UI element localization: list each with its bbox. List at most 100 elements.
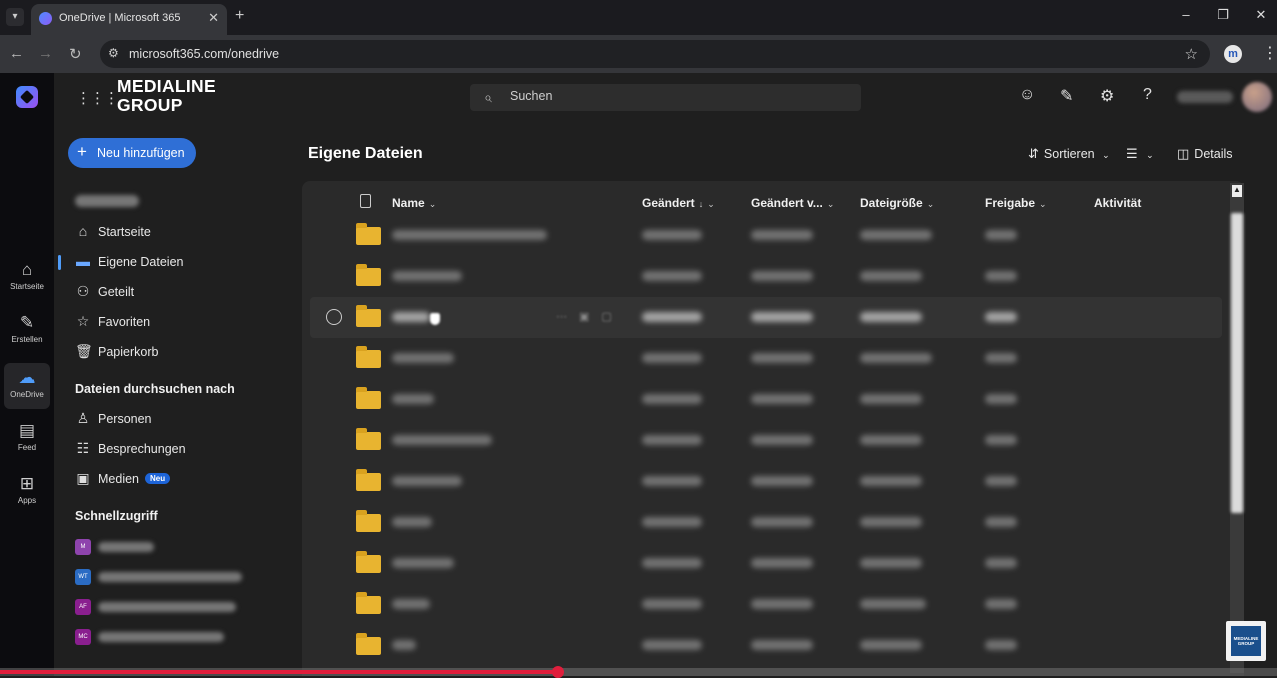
nav-item-startseite[interactable]: ⌂ Startseite: [54, 217, 302, 247]
row-name[interactable]: [392, 312, 430, 322]
nav-label: Favoriten: [98, 315, 151, 329]
settings-gear-icon[interactable]: ⚙: [1100, 86, 1114, 106]
vertical-scrollbar[interactable]: ▲: [1230, 183, 1244, 673]
site-info-icon[interactable]: ⚙: [108, 46, 119, 60]
quick-access-item[interactable]: WT: [75, 569, 295, 591]
nav-label: Papierkorb: [98, 345, 159, 359]
org-brand[interactable]: MEDIALINE GROUP: [117, 77, 216, 115]
rail-startseite[interactable]: ⌂ Startseite: [4, 255, 50, 301]
window-close-icon[interactable]: ✕: [1251, 7, 1271, 23]
bookmark-star-icon[interactable]: ☆: [1185, 45, 1198, 63]
rail-feed[interactable]: ▤ Feed: [4, 416, 50, 462]
row-size: [860, 353, 932, 363]
star-icon: ☆: [76, 313, 90, 329]
col-header-modified[interactable]: Geändert ↓ ⌄: [642, 196, 715, 210]
row-modified-by: [751, 353, 813, 363]
quick-access-item[interactable]: MC: [75, 629, 295, 651]
row-modified: [642, 558, 702, 568]
row-actions-icon[interactable]: ⋯▣▢: [556, 310, 624, 323]
table-row[interactable]: [310, 625, 1222, 666]
rail-label: Apps: [17, 496, 37, 505]
col-header-name[interactable]: Name ⌄: [392, 196, 436, 210]
col-header-modified-by[interactable]: Geändert v... ⌄: [751, 196, 834, 210]
col-header-size[interactable]: Dateigröße ⌄: [860, 196, 934, 210]
help-icon[interactable]: ?: [1143, 86, 1152, 104]
reload-icon[interactable]: ↻: [69, 45, 82, 63]
scrollbar-thumb[interactable]: [1231, 213, 1243, 513]
table-row[interactable]: [310, 461, 1222, 502]
url-field[interactable]: ⚙ microsoft365.com/onedrive ☆: [100, 40, 1210, 68]
maximize-icon[interactable]: ❐: [1213, 7, 1233, 23]
row-name[interactable]: [392, 599, 430, 609]
browser-tab[interactable]: OneDrive | Microsoft 365 ✕: [31, 4, 227, 35]
new-tab-icon[interactable]: +: [235, 7, 244, 25]
row-select-radio[interactable]: [326, 309, 342, 325]
row-name[interactable]: [392, 558, 454, 568]
nav-item-personen[interactable]: ♙ Personen: [54, 404, 302, 434]
col-header-sharing[interactable]: Freigabe ⌄: [985, 196, 1047, 210]
sort-button[interactable]: ⇵ Sortieren ⌄: [1028, 146, 1110, 162]
minimize-icon[interactable]: –: [1176, 7, 1196, 22]
row-name[interactable]: [392, 271, 462, 281]
url-text[interactable]: microsoft365.com/onedrive: [129, 47, 279, 61]
extension-icon[interactable]: m: [1224, 45, 1242, 63]
row-name[interactable]: [392, 353, 454, 363]
scroll-up-icon[interactable]: ▲: [1232, 185, 1242, 197]
nav-item-eigene-dateien[interactable]: ▬ Eigene Dateien: [54, 247, 302, 277]
rail-erstellen[interactable]: ✎ Erstellen: [4, 308, 50, 354]
rail-label: Feed: [17, 443, 37, 452]
folder-icon: [356, 387, 381, 409]
table-row[interactable]: [310, 215, 1222, 256]
table-row[interactable]: [310, 502, 1222, 543]
chevron-down-icon: ⌄: [1146, 150, 1154, 160]
forward-icon[interactable]: →: [38, 45, 53, 62]
nav-item-medien[interactable]: ▣ Medien Neu: [54, 464, 302, 494]
m365-logo-icon[interactable]: [16, 86, 38, 108]
rail-label: Startseite: [10, 282, 44, 291]
avatar[interactable]: [1242, 82, 1272, 112]
whats-new-icon[interactable]: ✎: [1060, 86, 1073, 106]
row-name[interactable]: [392, 640, 416, 650]
quick-access-item[interactable]: AF: [75, 599, 295, 621]
table-row[interactable]: ⋯▣▢: [310, 297, 1222, 338]
table-row[interactable]: [310, 338, 1222, 379]
quick-access-item[interactable]: M: [75, 539, 295, 561]
file-list: Name ⌄ Geändert ↓ ⌄ Geändert v... ⌄ Dateigrö…: [302, 181, 1244, 676]
row-name[interactable]: [392, 476, 462, 486]
view-options-button[interactable]: ☰ ⌄: [1126, 146, 1154, 162]
rail-onedrive[interactable]: ☁ OneDrive: [4, 363, 50, 409]
nav-item-geteilt[interactable]: ⚇ Geteilt: [54, 277, 302, 307]
back-icon[interactable]: ←: [9, 45, 24, 62]
col-header-activity[interactable]: Aktivität: [1094, 196, 1141, 210]
nav-item-papierkorb[interactable]: 🗑 Papierkorb: [54, 337, 302, 367]
app-launcher-icon[interactable]: ⋮⋮⋮: [76, 89, 119, 107]
video-scrubber-knob[interactable]: [552, 666, 565, 678]
row-name[interactable]: [392, 394, 434, 404]
table-row[interactable]: [310, 379, 1222, 420]
tab-search-button[interactable]: ▾: [6, 8, 24, 26]
row-size: [860, 517, 922, 527]
row-name[interactable]: [392, 435, 492, 445]
tab-close-icon[interactable]: ✕: [208, 10, 219, 26]
add-new-button[interactable]: + Neu hinzufügen: [68, 138, 196, 168]
row-modified-by: [751, 394, 813, 404]
nav-label: Startseite: [98, 225, 151, 239]
row-name[interactable]: [392, 517, 432, 527]
search-box[interactable]: ⌕: [470, 84, 861, 111]
nav-item-besprechungen[interactable]: ☷ Besprechungen: [54, 434, 302, 464]
details-button[interactable]: ◫ Details: [1177, 146, 1233, 162]
file-type-icon[interactable]: [360, 194, 371, 208]
row-name[interactable]: [392, 230, 547, 240]
user-name[interactable]: [1177, 91, 1233, 103]
nav-item-favoriten[interactable]: ☆ Favoriten: [54, 307, 302, 337]
table-row[interactable]: [310, 420, 1222, 461]
table-row[interactable]: [310, 584, 1222, 625]
col-label: Freigabe: [985, 196, 1036, 210]
table-row[interactable]: [310, 543, 1222, 584]
video-progress-bar[interactable]: [0, 666, 1277, 678]
feedback-smiley-icon[interactable]: ☺: [1019, 86, 1035, 104]
browser-menu-icon[interactable]: ⋮: [1262, 43, 1277, 63]
table-row[interactable]: [310, 256, 1222, 297]
rail-apps[interactable]: ⊞ Apps: [4, 469, 50, 515]
search-input[interactable]: [510, 89, 840, 103]
